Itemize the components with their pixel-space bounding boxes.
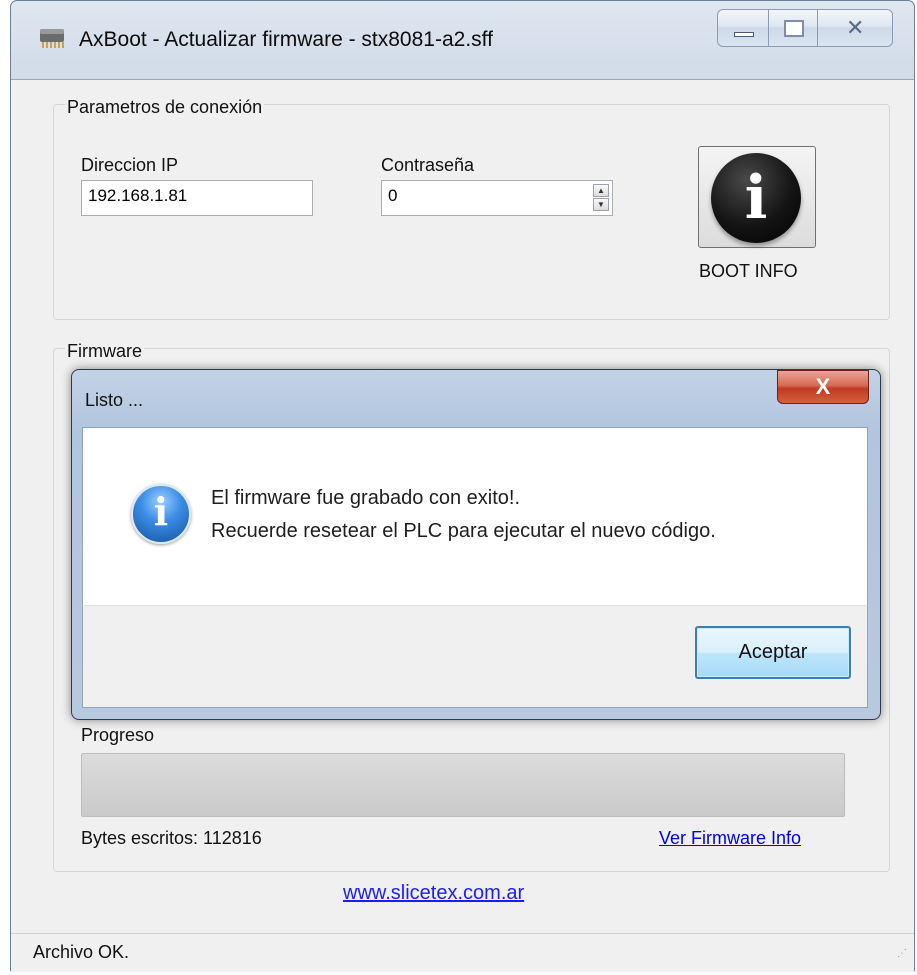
close-icon: X xyxy=(815,374,831,399)
info-glyph: i xyxy=(744,163,768,233)
close-button[interactable]: ✕ xyxy=(817,9,893,47)
message-dialog: Listo ... X i El firmware fue grabado co… xyxy=(71,369,881,720)
accept-button[interactable]: Aceptar xyxy=(695,626,851,679)
boot-info-button[interactable]: i xyxy=(698,146,816,248)
connection-group-title: Parametros de conexión xyxy=(65,97,265,118)
ip-input[interactable]: 192.168.1.81 xyxy=(81,180,313,216)
maximize-icon xyxy=(784,20,804,37)
progress-bar xyxy=(81,753,845,817)
minimize-icon xyxy=(734,32,754,37)
maximize-button[interactable] xyxy=(768,9,818,47)
dialog-body: i El firmware fue grabado con exito!. Re… xyxy=(82,427,868,605)
chip-icon xyxy=(40,29,64,48)
resize-grip[interactable]: ⋰ xyxy=(897,948,908,959)
bytes-written-label: Bytes escritos: 112816 xyxy=(81,828,262,848)
firmware-group-title: Firmware xyxy=(65,341,144,362)
boot-info-label: BOOT INFO xyxy=(699,261,798,281)
dialog-close-button[interactable]: X xyxy=(777,370,869,404)
ip-label: Direccion IP xyxy=(81,155,179,175)
info-icon: i xyxy=(711,153,801,243)
status-text: Archivo OK. xyxy=(33,942,130,962)
spin-up-button[interactable]: ▲ xyxy=(593,184,609,197)
info-icon: i xyxy=(131,484,191,544)
dialog-message-line1: El firmware fue grabado con exito!. xyxy=(211,487,521,509)
password-input[interactable]: 0 xyxy=(381,180,613,216)
title-bar[interactable]: AxBoot - Actualizar firmware - stx8081-a… xyxy=(11,1,914,79)
dialog-title: Listo ... xyxy=(85,390,144,410)
info-glyph: i xyxy=(153,489,169,534)
firmware-info-link[interactable]: Ver Firmware Info xyxy=(659,828,801,849)
window-title: AxBoot - Actualizar firmware - stx8081-a… xyxy=(79,28,493,51)
password-label: Contraseña xyxy=(381,155,475,175)
dialog-footer: Aceptar xyxy=(82,605,868,708)
dialog-message-line2: Recuerde resetear el PLC para ejecutar e… xyxy=(211,520,716,542)
status-bar: Archivo OK. ⋰ xyxy=(11,933,914,972)
progress-label: Progreso xyxy=(81,725,155,745)
spin-down-button[interactable]: ▼ xyxy=(593,198,609,211)
close-icon: ✕ xyxy=(846,15,865,40)
website-link[interactable]: www.slicetex.com.ar xyxy=(343,882,524,905)
minimize-button[interactable] xyxy=(717,9,769,47)
